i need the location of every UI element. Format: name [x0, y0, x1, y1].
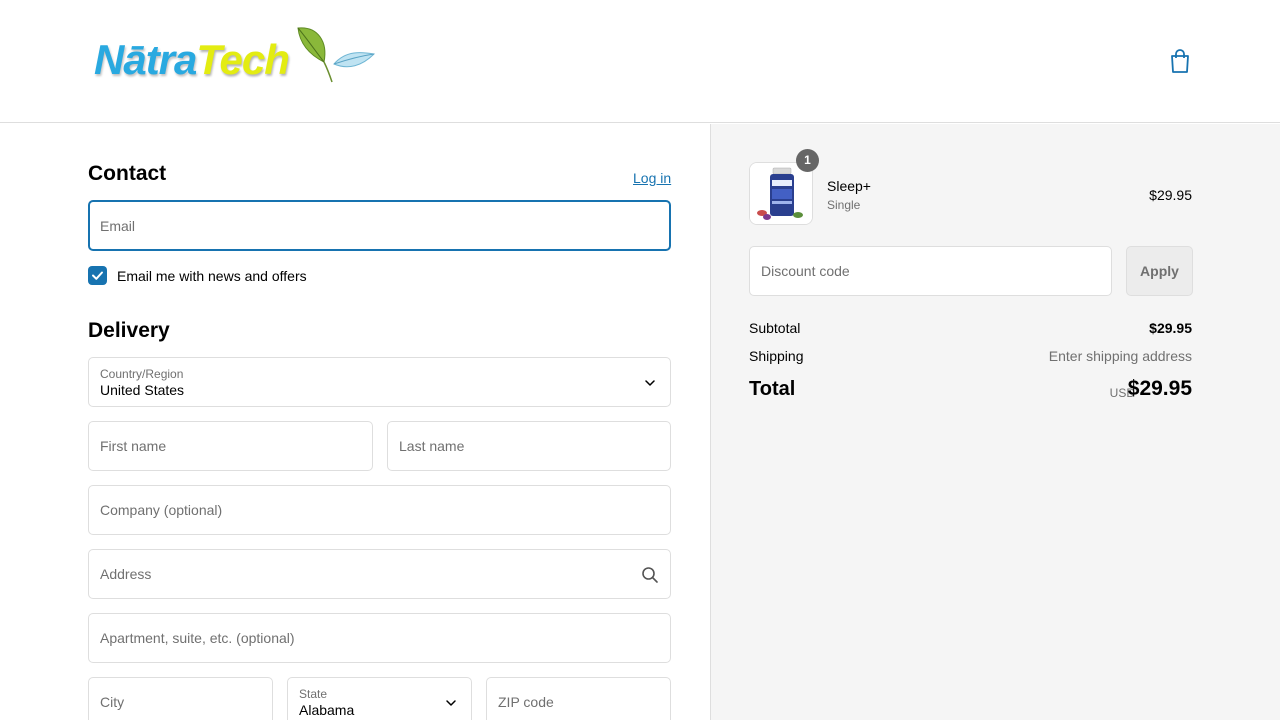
product-name: Sleep+ [827, 178, 871, 194]
state-value: Alabama [299, 702, 355, 718]
natratech-logo[interactable]: NātraTech [94, 24, 376, 88]
city-placeholder: City [100, 694, 125, 710]
address-field[interactable]: Address [88, 549, 671, 599]
email-field[interactable]: Email [88, 200, 671, 251]
quantity-badge: 1 [796, 149, 819, 172]
company-placeholder: Company (optional) [100, 502, 223, 518]
leaf-icon [297, 27, 376, 83]
chevron-down-icon [645, 380, 655, 386]
first-name-placeholder: First name [100, 438, 167, 454]
discount-code-field[interactable]: Discount code [749, 246, 1112, 296]
search-icon[interactable] [641, 566, 659, 584]
shipping-value: Enter shipping address [1048, 348, 1192, 364]
state-label: State [299, 687, 328, 701]
country-label: Country/Region [100, 367, 184, 381]
checkmark-icon [92, 271, 103, 280]
total-label: Total [749, 378, 796, 400]
discount-placeholder: Discount code [761, 263, 850, 279]
delivery-heading: Delivery [88, 319, 170, 342]
login-link[interactable]: Log in [633, 170, 671, 186]
contact-heading: Contact [88, 162, 167, 185]
country-select[interactable]: Country/Region United States [88, 357, 671, 407]
state-select[interactable]: State Alabama [287, 677, 472, 720]
last-name-field[interactable]: Last name [387, 421, 671, 471]
product-price: $29.95 [1149, 187, 1192, 203]
shopping-bag-icon[interactable] [1168, 48, 1192, 74]
city-field[interactable]: City [88, 677, 273, 720]
apply-discount-button[interactable]: Apply [1126, 246, 1193, 296]
newsletter-label: Email me with news and offers [117, 268, 307, 284]
apartment-placeholder: Apartment, suite, etc. (optional) [100, 630, 295, 646]
last-name-placeholder: Last name [399, 438, 465, 454]
apartment-field[interactable]: Apartment, suite, etc. (optional) [88, 613, 671, 663]
zip-field[interactable]: ZIP code [486, 677, 671, 720]
checkout-form: Contact Log in Email Email me with news … [0, 124, 710, 720]
site-header: NātraTech [0, 0, 1280, 123]
country-value: United States [100, 382, 185, 398]
company-field[interactable]: Company (optional) [88, 485, 671, 535]
subtotal-value: $29.95 [1149, 320, 1192, 336]
shipping-label: Shipping [749, 348, 804, 364]
newsletter-checkbox[interactable] [88, 266, 107, 285]
order-summary: 1 Sleep+ Single $29.95 Discount code App… [710, 124, 1280, 720]
chevron-down-icon [446, 700, 456, 706]
zip-placeholder: ZIP code [498, 694, 554, 710]
product-bottle-image [750, 163, 812, 224]
first-name-field[interactable]: First name [88, 421, 373, 471]
total-value: $29.95 [1127, 377, 1192, 400]
product-variant: Single [827, 198, 861, 212]
address-placeholder: Address [100, 566, 152, 582]
email-placeholder: Email [100, 217, 136, 234]
logo-wordmark: NātraTech [94, 36, 290, 83]
subtotal-label: Subtotal [749, 320, 801, 336]
